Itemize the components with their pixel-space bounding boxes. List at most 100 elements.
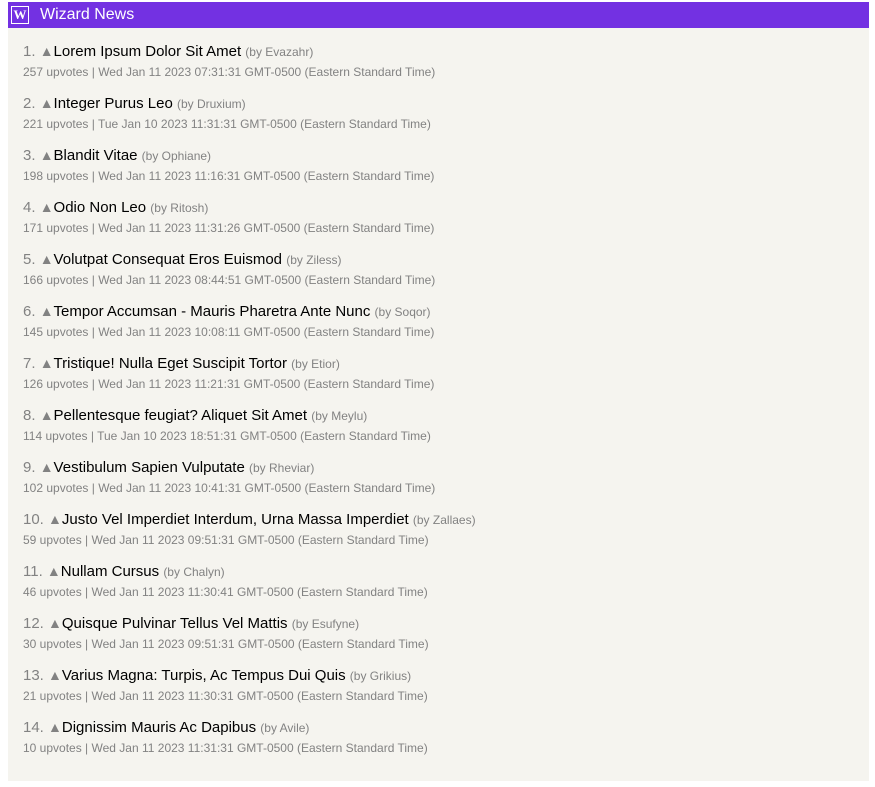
- post-rank: 5.: [23, 251, 36, 268]
- post-meta: 21 upvotes | Wed Jan 11 2023 11:30:31 GM…: [23, 688, 869, 704]
- post-item: 12. ▲Quisque Pulvinar Tellus Vel Mattis …: [23, 614, 869, 666]
- post-item: 1. ▲Lorem Ipsum Dolor Sit Amet (by Evaza…: [23, 42, 869, 94]
- upvote-icon[interactable]: ▲: [40, 95, 54, 111]
- post-author: (by Rheviar): [248, 461, 315, 475]
- post-title-line: 2. ▲Integer Purus Leo (by Druxium): [23, 94, 869, 113]
- post-meta: 126 upvotes | Wed Jan 11 2023 11:21:31 G…: [23, 376, 869, 392]
- post-meta: 30 upvotes | Wed Jan 11 2023 09:51:31 GM…: [23, 636, 869, 652]
- post-title-link[interactable]: Tristique! Nulla Eget Suscipit Tortor: [54, 355, 287, 372]
- post-rank: 3.: [23, 147, 36, 164]
- post-meta: 46 upvotes | Wed Jan 11 2023 11:30:41 GM…: [23, 584, 869, 600]
- post-upvote-count: 171 upvotes: [23, 221, 89, 235]
- post-title-link[interactable]: Integer Purus Leo: [54, 95, 173, 112]
- post-meta: 198 upvotes | Wed Jan 11 2023 11:16:31 G…: [23, 168, 869, 184]
- upvote-icon[interactable]: ▲: [40, 407, 54, 423]
- post-upvote-count: 114 upvotes: [23, 429, 88, 443]
- post-item: 14. ▲Dignissim Mauris Ac Dapibus (by Avi…: [23, 718, 869, 770]
- upvote-icon[interactable]: ▲: [48, 667, 62, 683]
- upvote-icon[interactable]: ▲: [40, 43, 54, 59]
- post-upvote-count: 46 upvotes: [23, 585, 82, 599]
- site-header: W Wizard News: [8, 2, 869, 28]
- post-meta: 257 upvotes | Wed Jan 11 2023 07:31:31 G…: [23, 64, 869, 80]
- meta-separator: |: [81, 741, 92, 755]
- post-title-link[interactable]: Varius Magna: Turpis, Ac Tempus Dui Quis: [62, 667, 346, 684]
- post-rank: 7.: [23, 355, 36, 372]
- post-date: Wed Jan 11 2023 09:51:31 GMT-0500 (Easte…: [91, 637, 429, 651]
- post-item: 3. ▲Blandit Vitae (by Ophiane) 198 upvote…: [23, 146, 869, 198]
- post-date: Tue Jan 10 2023 11:31:31 GMT-0500 (Easte…: [97, 117, 431, 131]
- post-upvote-count: 102 upvotes: [23, 481, 89, 495]
- post-date: Wed Jan 11 2023 08:44:51 GMT-0500 (Easte…: [98, 273, 436, 287]
- post-title-link[interactable]: Dignissim Mauris Ac Dapibus: [62, 719, 256, 736]
- post-title-line: 3. ▲Blandit Vitae (by Ophiane): [23, 146, 869, 165]
- post-rank: 4.: [23, 199, 36, 216]
- post-title-line: 14. ▲Dignissim Mauris Ac Dapibus (by Avi…: [23, 718, 869, 737]
- post-title-link[interactable]: Odio Non Leo: [54, 199, 147, 216]
- post-title-line: 5. ▲Volutpat Consequat Eros Euismod (by …: [23, 250, 869, 269]
- meta-separator: |: [81, 637, 92, 651]
- post-date: Wed Jan 11 2023 11:16:31 GMT-0500 (Easte…: [98, 169, 435, 183]
- post-meta: 59 upvotes | Wed Jan 11 2023 09:51:31 GM…: [23, 532, 869, 548]
- post-title-line: 7. ▲Tristique! Nulla Eget Suscipit Torto…: [23, 354, 869, 373]
- upvote-icon[interactable]: ▲: [47, 563, 61, 579]
- upvote-icon[interactable]: ▲: [40, 303, 54, 319]
- upvote-icon[interactable]: ▲: [48, 615, 62, 631]
- post-rank: 12.: [23, 615, 44, 632]
- post-title-link[interactable]: Volutpat Consequat Eros Euismod: [54, 251, 282, 268]
- post-date: Wed Jan 11 2023 09:51:31 GMT-0500 (Easte…: [91, 533, 429, 547]
- post-title-link[interactable]: Lorem Ipsum Dolor Sit Amet: [54, 43, 242, 60]
- post-item: 9. ▲Vestibulum Sapien Vulputate (by Rhev…: [23, 458, 869, 510]
- post-date: Wed Jan 11 2023 11:31:31 GMT-0500 (Easte…: [91, 741, 428, 755]
- upvote-icon[interactable]: ▲: [40, 199, 54, 215]
- meta-separator: |: [88, 169, 99, 183]
- meta-separator: |: [88, 377, 99, 391]
- post-date: Wed Jan 11 2023 11:30:41 GMT-0500 (Easte…: [91, 585, 428, 599]
- post-meta: 114 upvotes | Tue Jan 10 2023 18:51:31 G…: [23, 428, 869, 444]
- upvote-icon[interactable]: ▲: [40, 251, 54, 267]
- post-title-link[interactable]: Justo Vel Imperdiet Interdum, Urna Massa…: [62, 511, 409, 528]
- post-author: (by Esufyne): [291, 617, 360, 631]
- post-upvote-count: 198 upvotes: [23, 169, 89, 183]
- post-title-link[interactable]: Blandit Vitae: [54, 147, 138, 164]
- post-item: 13. ▲Varius Magna: Turpis, Ac Tempus Dui…: [23, 666, 869, 718]
- post-upvote-count: 221 upvotes: [23, 117, 89, 131]
- post-date: Wed Jan 11 2023 11:31:26 GMT-0500 (Easte…: [98, 221, 435, 235]
- upvote-icon[interactable]: ▲: [48, 719, 62, 735]
- post-title-line: 8. ▲Pellentesque feugiat? Aliquet Sit Am…: [23, 406, 869, 425]
- news-page: W Wizard News 1. ▲Lorem Ipsum Dolor Sit …: [8, 2, 869, 781]
- post-author: (by Meylu): [311, 409, 368, 423]
- meta-separator: |: [88, 273, 99, 287]
- post-rank: 2.: [23, 95, 36, 112]
- upvote-icon[interactable]: ▲: [48, 511, 62, 527]
- site-logo[interactable]: W: [11, 6, 29, 24]
- post-rank: 10.: [23, 511, 44, 528]
- post-title-line: 12. ▲Quisque Pulvinar Tellus Vel Mattis …: [23, 614, 869, 633]
- post-title-line: 1. ▲Lorem Ipsum Dolor Sit Amet (by Evaza…: [23, 42, 869, 61]
- meta-separator: |: [81, 533, 92, 547]
- post-upvote-count: 30 upvotes: [23, 637, 82, 651]
- post-date: Wed Jan 11 2023 07:31:31 GMT-0500 (Easte…: [98, 65, 436, 79]
- post-title-link[interactable]: Quisque Pulvinar Tellus Vel Mattis: [62, 615, 288, 632]
- meta-separator: |: [81, 585, 92, 599]
- post-item: 5. ▲Volutpat Consequat Eros Euismod (by …: [23, 250, 869, 302]
- meta-separator: |: [81, 689, 92, 703]
- post-date: Wed Jan 11 2023 11:30:31 GMT-0500 (Easte…: [91, 689, 428, 703]
- post-meta: 102 upvotes | Wed Jan 11 2023 10:41:31 G…: [23, 480, 869, 496]
- upvote-icon[interactable]: ▲: [40, 147, 54, 163]
- post-item: 2. ▲Integer Purus Leo (by Druxium) 221 up…: [23, 94, 869, 146]
- post-author: (by Evazahr): [245, 45, 314, 59]
- upvote-icon[interactable]: ▲: [40, 459, 54, 475]
- meta-separator: |: [88, 481, 99, 495]
- post-upvote-count: 145 upvotes: [23, 325, 89, 339]
- post-date: Wed Jan 11 2023 10:08:11 GMT-0500 (Easte…: [98, 325, 435, 339]
- post-title-link[interactable]: Vestibulum Sapien Vulputate: [54, 459, 245, 476]
- post-upvote-count: 166 upvotes: [23, 273, 89, 287]
- post-meta: 166 upvotes | Wed Jan 11 2023 08:44:51 G…: [23, 272, 869, 288]
- upvote-icon[interactable]: ▲: [40, 355, 54, 371]
- post-meta: 10 upvotes | Wed Jan 11 2023 11:31:31 GM…: [23, 740, 869, 756]
- post-title-link[interactable]: Tempor Accumsan - Mauris Pharetra Ante N…: [54, 303, 371, 320]
- post-title-link[interactable]: Pellentesque feugiat? Aliquet Sit Amet: [54, 407, 308, 424]
- site-title[interactable]: Wizard News: [40, 6, 134, 24]
- meta-separator: |: [88, 325, 99, 339]
- post-title-link[interactable]: Nullam Cursus: [61, 563, 159, 580]
